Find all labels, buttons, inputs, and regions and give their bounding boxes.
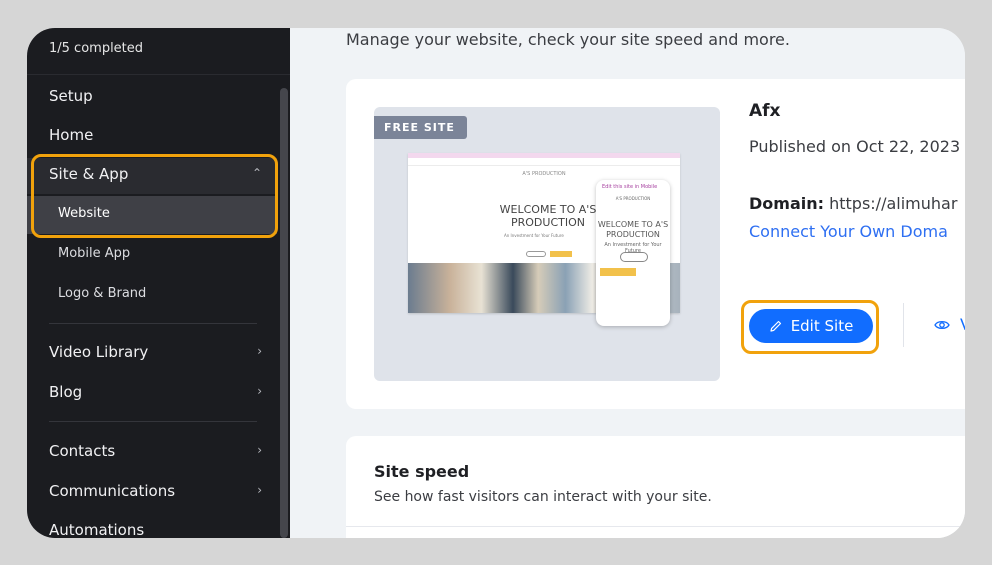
preview-logo: A'S PRODUCTION [522, 171, 566, 177]
domain-info: Domain: https://alimuhar [749, 194, 957, 213]
sidebar-item-contacts[interactable]: Contacts [49, 442, 115, 460]
divider [49, 323, 257, 324]
divider [903, 303, 904, 347]
sidebar-item-communications[interactable]: Communications [49, 482, 175, 500]
preview-logo: A'S PRODUCTION [615, 196, 651, 201]
view-site-button[interactable]: V [960, 315, 965, 334]
site-name: Afx [749, 101, 781, 121]
eye-icon[interactable] [934, 317, 950, 333]
highlight-box [741, 300, 879, 354]
sidebar-item-logo-brand[interactable]: Logo & Brand [58, 286, 146, 301]
sidebar-item-automations[interactable]: Automations [49, 521, 144, 538]
preview-banner [408, 153, 680, 158]
sidebar-item-setup[interactable]: Setup [49, 87, 93, 105]
preview-photo [408, 263, 618, 313]
domain-label: Domain: [749, 194, 825, 213]
connect-domain-link[interactable]: Connect Your Own Doma [749, 222, 948, 241]
highlight-box [31, 154, 278, 238]
app-window: 1/5 completed Setup Home Site & App ⌃ We… [27, 28, 965, 538]
divider [27, 74, 290, 75]
site-speed-title: Site speed [374, 462, 470, 481]
preview-button [620, 252, 648, 262]
published-date: Published on Oct 22, 2023 [749, 137, 961, 156]
page-subtitle: Manage your website, check your site spe… [346, 30, 790, 49]
chevron-right-icon: › [257, 384, 262, 398]
divider [49, 421, 257, 422]
chevron-right-icon: › [257, 443, 262, 457]
sidebar: 1/5 completed Setup Home Site & App ⌃ We… [27, 28, 290, 538]
sidebar-item-home[interactable]: Home [49, 126, 93, 144]
preview-welcome-text: WELCOME TO A'S PRODUCTION [597, 220, 669, 239]
domain-url[interactable]: https://alimuhar [829, 194, 957, 213]
site-preview[interactable]: A'S PRODUCTION WELCOME TO A'S PRODUCTION… [374, 107, 720, 381]
preview-button [550, 251, 572, 257]
preview-button [526, 251, 546, 257]
sidebar-item-video-library[interactable]: Video Library [49, 343, 148, 361]
chevron-right-icon: › [257, 483, 262, 497]
setup-progress[interactable]: 1/5 completed [49, 41, 143, 56]
site-card: A'S PRODUCTION WELCOME TO A'S PRODUCTION… [346, 79, 965, 409]
chevron-right-icon: › [257, 344, 262, 358]
free-site-badge: FREE SITE [374, 116, 467, 139]
preview-button [600, 268, 636, 276]
sidebar-item-blog[interactable]: Blog [49, 383, 82, 401]
divider [346, 526, 965, 527]
mobile-preview: Edit this site in Mobile A'S PRODUCTION … [596, 180, 670, 326]
phone-edit-bar: Edit this site in Mobile [602, 184, 658, 190]
divider [408, 165, 680, 166]
site-speed-description: See how fast visitors can interact with … [374, 489, 712, 505]
site-speed-card: Site speed See how fast visitors can int… [346, 436, 965, 538]
sidebar-item-mobile-app[interactable]: Mobile App [58, 246, 130, 261]
main-content: Manage your website, check your site spe… [290, 28, 965, 538]
sidebar-scrollbar[interactable] [280, 88, 288, 538]
preview-subtext: An Investment for Your Future [504, 233, 564, 238]
